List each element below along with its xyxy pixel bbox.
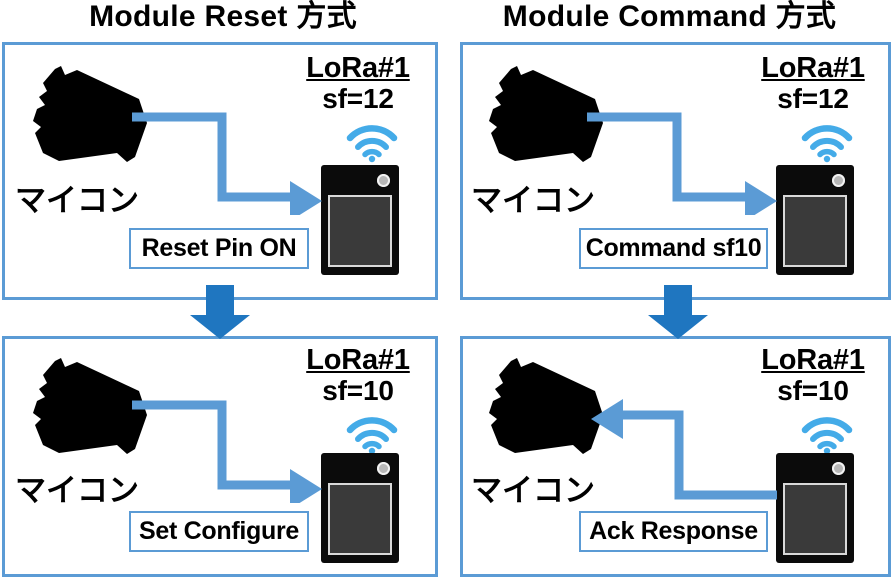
microcontroller-icon xyxy=(477,61,607,169)
panel-top-left: マイコン LoRa#1 sf=12 Reset Pin ON xyxy=(2,42,438,300)
flow-arrow-mcu-to-lora xyxy=(585,105,785,215)
caption-box-set-configure: Set Configure xyxy=(129,511,309,552)
diagram-canvas: Module Reset 方式 Module Command 方式 マイコン L… xyxy=(0,0,893,580)
column-title-module-command: Module Command 方式 xyxy=(502,0,837,33)
panel-bottom-right: マイコン LoRa#1 sf=10 Ack Response xyxy=(460,336,891,577)
lora-module-name: LoRa#1 xyxy=(761,52,865,84)
lora-heading: LoRa#1 sf=12 xyxy=(293,53,423,113)
flow-arrow-lora-to-mcu xyxy=(585,393,785,513)
microcontroller-label: マイコン xyxy=(15,183,139,218)
lora-module-icon xyxy=(321,165,399,275)
lora-spreading-factor: sf=12 xyxy=(322,82,394,114)
wifi-icon xyxy=(346,415,398,455)
caption-box-reset-pin-on: Reset Pin ON xyxy=(129,228,309,269)
lora-module-name: LoRa#1 xyxy=(761,344,865,376)
panel-bottom-left: マイコン LoRa#1 sf=10 Set Configure xyxy=(2,336,438,577)
lora-heading: LoRa#1 sf=12 xyxy=(748,53,878,113)
microcontroller-label: マイコン xyxy=(471,473,595,508)
microcontroller-icon xyxy=(21,61,151,169)
lora-spreading-factor: sf=10 xyxy=(777,374,849,406)
wifi-icon xyxy=(801,123,853,163)
lora-module-led-icon xyxy=(832,462,845,475)
lora-module-screen xyxy=(328,483,392,555)
lora-module-led-icon xyxy=(377,174,390,187)
microcontroller-label: マイコン xyxy=(15,473,139,508)
microcontroller-label: マイコン xyxy=(471,183,595,218)
column-title-module-reset: Module Reset 方式 xyxy=(89,0,357,33)
lora-module-screen xyxy=(783,195,847,267)
caption-box-ack-response: Ack Response xyxy=(579,511,768,552)
flow-arrow-mcu-to-lora xyxy=(130,393,330,503)
lora-spreading-factor: sf=12 xyxy=(777,82,849,114)
lora-module-led-icon xyxy=(832,174,845,187)
flow-arrow-mcu-to-lora xyxy=(130,105,330,215)
lora-module-icon xyxy=(776,165,854,275)
lora-module-screen xyxy=(783,483,847,555)
lora-module-name: LoRa#1 xyxy=(306,344,410,376)
wifi-icon xyxy=(346,123,398,163)
caption-box-command-sf10: Command sf10 xyxy=(579,228,768,269)
microcontroller-icon xyxy=(477,353,607,461)
lora-module-icon xyxy=(321,453,399,563)
lora-spreading-factor: sf=10 xyxy=(322,374,394,406)
lora-heading: LoRa#1 sf=10 xyxy=(293,345,423,405)
step-arrow-left-down-icon xyxy=(188,285,252,339)
lora-module-led-icon xyxy=(377,462,390,475)
panel-top-right: マイコン LoRa#1 sf=12 Command sf10 xyxy=(460,42,891,300)
microcontroller-icon xyxy=(21,353,151,461)
lora-module-screen xyxy=(328,195,392,267)
lora-module-name: LoRa#1 xyxy=(306,52,410,84)
step-arrow-right-down-icon xyxy=(646,285,710,339)
lora-module-icon xyxy=(776,453,854,563)
wifi-icon xyxy=(801,415,853,455)
lora-heading: LoRa#1 sf=10 xyxy=(748,345,878,405)
